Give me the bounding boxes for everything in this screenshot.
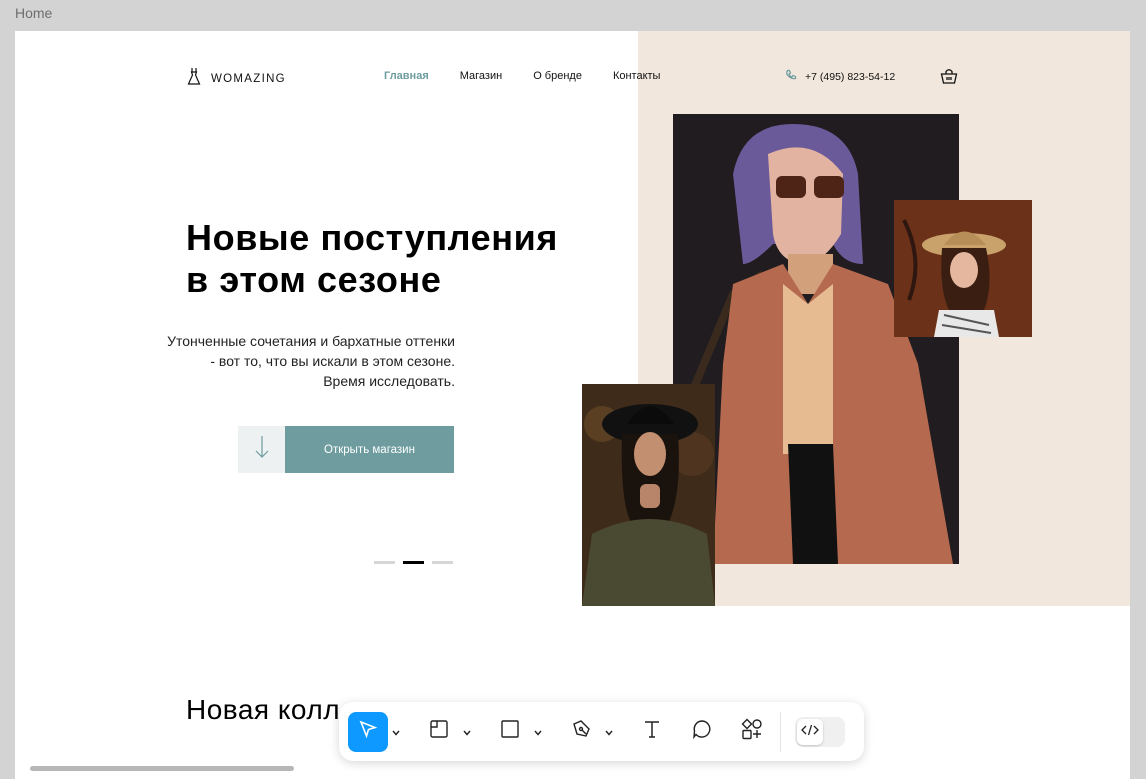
- hero-photo-black-hat: [582, 384, 715, 606]
- arrow-down-icon: [255, 435, 269, 464]
- move-tool-button[interactable]: [348, 711, 388, 752]
- pen-icon: [571, 719, 591, 744]
- dress-icon: [187, 67, 201, 90]
- text-icon: [642, 719, 662, 744]
- frame-icon: [429, 719, 449, 744]
- hero-title: Новые поступления в этом сезоне: [186, 217, 606, 301]
- frame-label[interactable]: Home: [15, 5, 52, 21]
- slider-dot[interactable]: [374, 561, 395, 564]
- text-tool-button[interactable]: [632, 712, 672, 752]
- pen-tool-menu[interactable]: [601, 723, 617, 741]
- cursor-icon: [358, 719, 378, 744]
- phone-icon: [785, 69, 797, 84]
- frame-tool-menu[interactable]: [459, 723, 475, 741]
- shape-tool-button[interactable]: [490, 712, 530, 752]
- hero-title-line1: Новые поступления: [186, 217, 558, 258]
- toolbar-divider: [780, 711, 781, 752]
- open-shop-button[interactable]: Открыть магазин: [285, 426, 454, 473]
- components-icon: [741, 718, 763, 745]
- home-frame: WOMAZING Главная Магазин О бренде Контак…: [15, 31, 1130, 779]
- pen-tool-button[interactable]: [561, 712, 601, 752]
- cart-button[interactable]: [940, 67, 958, 90]
- slider-dot-active[interactable]: [403, 561, 424, 564]
- design-toolbar: [339, 702, 864, 761]
- cart-icon: [940, 69, 958, 89]
- nav-item-contacts[interactable]: Контакты: [613, 70, 661, 82]
- nav-item-shop[interactable]: Магазин: [460, 70, 502, 82]
- move-tool-menu[interactable]: [388, 723, 404, 741]
- scroll-down-button[interactable]: [238, 426, 285, 473]
- hero-description: Утонченные сочетания и бархатные оттенки…: [167, 333, 455, 389]
- chevron-down-icon: [463, 723, 471, 741]
- rectangle-icon: [500, 719, 520, 744]
- hero-title-line2: в этом сезоне: [186, 259, 442, 300]
- collection-title: Новая колл: [186, 694, 341, 725]
- main-nav: Главная Магазин О бренде Контакты: [384, 70, 691, 82]
- chevron-down-icon: [392, 723, 400, 741]
- phone-link[interactable]: +7 (495) 823-54-12: [785, 69, 895, 84]
- horizontal-scrollbar[interactable]: [30, 766, 294, 771]
- hero-photo-hat: [894, 200, 1032, 337]
- shape-tool-menu[interactable]: [530, 723, 546, 741]
- code-icon: [801, 723, 819, 741]
- slider-dot[interactable]: [432, 561, 453, 564]
- frame-tool-button[interactable]: [419, 712, 459, 752]
- logo-text: WOMAZING: [211, 72, 286, 85]
- actions-tool-button[interactable]: [732, 712, 772, 752]
- phone-number: +7 (495) 823-54-12: [805, 70, 896, 83]
- slider-dots: [374, 561, 453, 564]
- hero-photo-main: [673, 114, 959, 564]
- nav-item-about[interactable]: О бренде: [533, 70, 582, 82]
- comment-icon: [692, 719, 712, 744]
- dev-mode-toggle[interactable]: [795, 716, 845, 747]
- chevron-down-icon: [534, 723, 542, 741]
- chevron-down-icon: [605, 723, 613, 741]
- dev-mode-knob: [797, 718, 823, 745]
- nav-item-home[interactable]: Главная: [384, 70, 429, 82]
- logo[interactable]: WOMAZING: [187, 67, 286, 90]
- comment-tool-button[interactable]: [682, 712, 722, 752]
